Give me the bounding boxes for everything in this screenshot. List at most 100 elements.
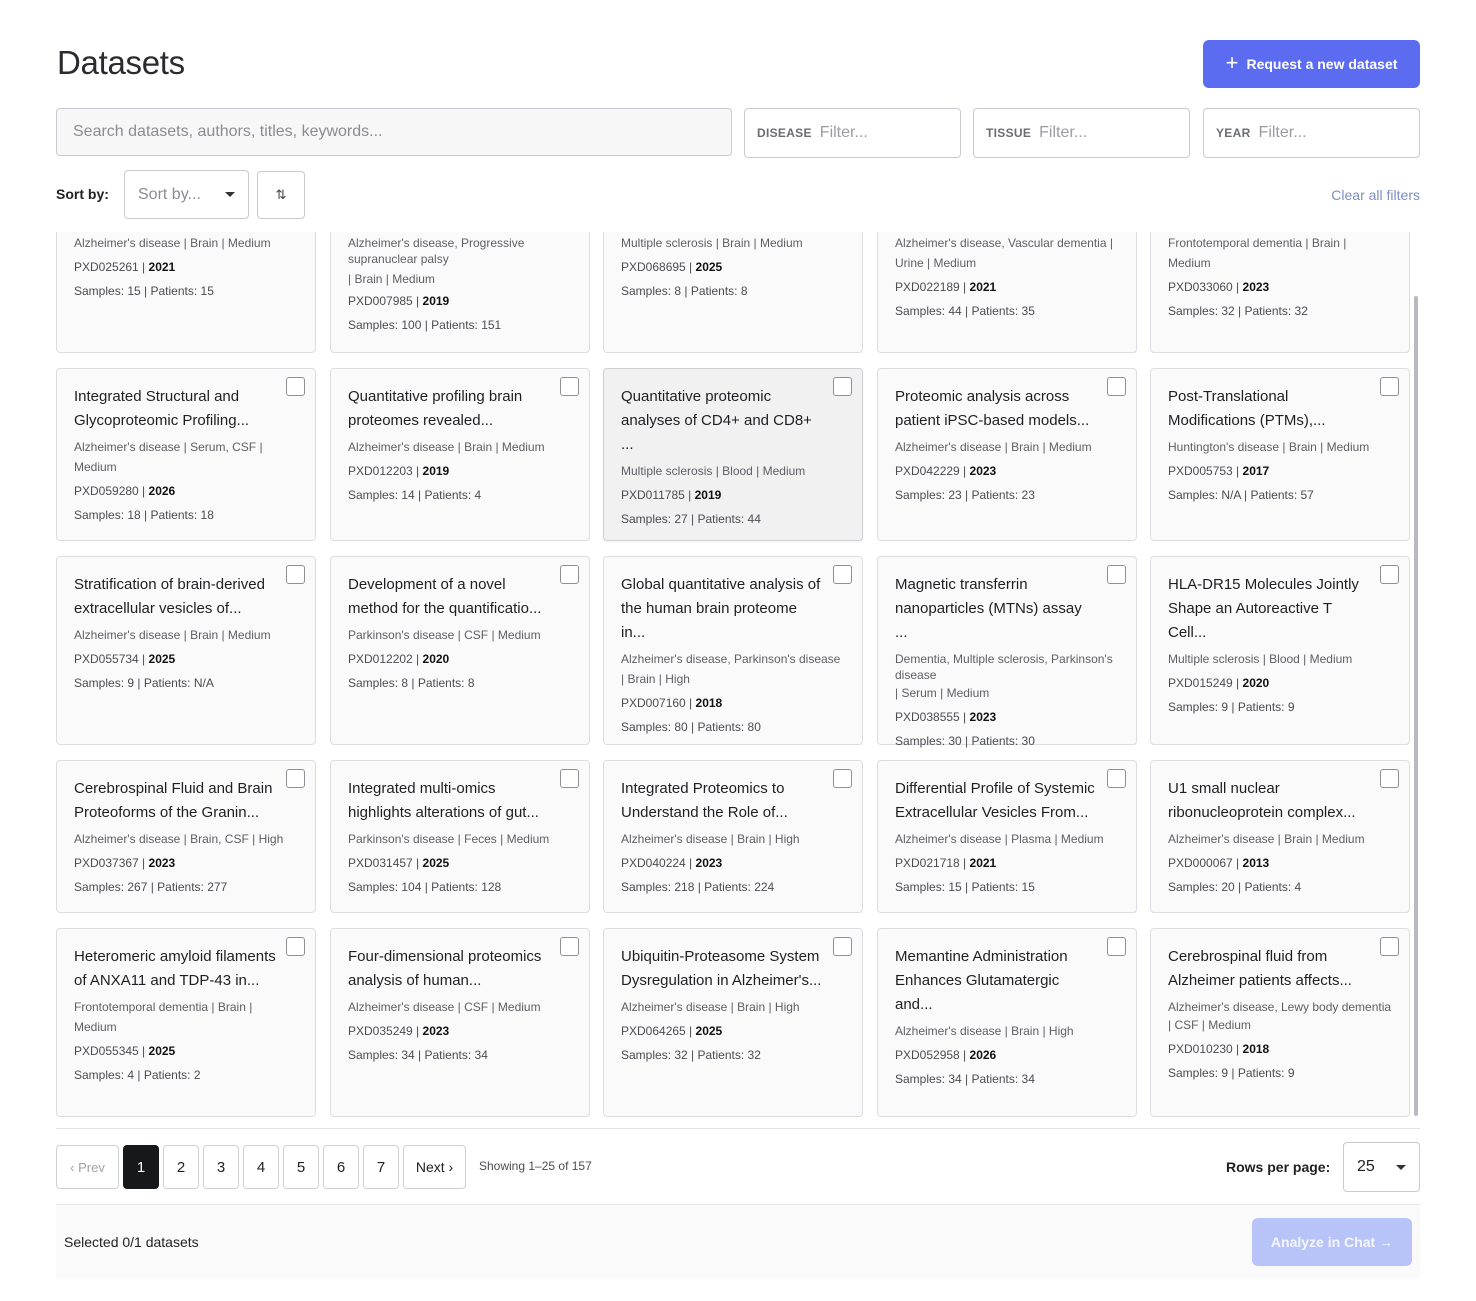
year-filter-input[interactable] [1258, 124, 1389, 142]
analyze-in-chat-button[interactable]: Analyze in Chat → [1252, 1218, 1412, 1266]
card-checkbox[interactable] [560, 937, 579, 956]
page-button-2[interactable]: 2 [163, 1145, 199, 1189]
dataset-card[interactable]: Integrated Structural and Glycoproteomic… [56, 368, 316, 541]
card-accession: PXD007160 | 2018 [621, 696, 723, 710]
card-checkbox[interactable] [286, 565, 305, 584]
dataset-card[interactable]: Alzheimer's disease, Vascular dementia |… [877, 232, 1137, 353]
request-dataset-label: Request a new dataset [1246, 56, 1398, 72]
dataset-card[interactable]: Quantitative proteomic analyses of CD4+ … [603, 368, 863, 541]
card-accession: PXD033060 | 2023 [1168, 280, 1270, 294]
card-checkbox[interactable] [833, 377, 852, 396]
card-accession: PXD052958 | 2026 [895, 1048, 997, 1062]
page-button-4[interactable]: 4 [243, 1145, 279, 1189]
card-counts: Samples: N/A | Patients: 57 [1168, 488, 1314, 502]
card-checkbox[interactable] [1107, 937, 1126, 956]
card-checkbox[interactable] [560, 565, 579, 584]
dataset-card[interactable]: Development of a novel method for the qu… [330, 556, 590, 745]
search-input[interactable] [56, 108, 732, 156]
card-checkbox[interactable] [833, 769, 852, 788]
rows-per-page-value: 25 [1357, 1158, 1375, 1175]
card-checkbox[interactable] [286, 937, 305, 956]
dataset-card[interactable]: Integrated Proteomics to Understand the … [603, 760, 863, 913]
page-button-7[interactable]: 7 [363, 1145, 399, 1189]
dataset-card[interactable]: Memantine Administration Enhances Glutam… [877, 928, 1137, 1117]
card-checkbox[interactable] [286, 769, 305, 788]
card-meta: Dementia, Multiple sclerosis, Parkinson'… [895, 652, 1113, 682]
card-counts: Samples: 32 | Patients: 32 [1168, 304, 1308, 318]
disease-filter-label: DISEASE [757, 126, 812, 140]
dataset-grid: Alzheimer's disease | Brain | Medium PXD… [56, 232, 1420, 1120]
prev-page-button[interactable]: ‹ Prev [56, 1145, 119, 1189]
year-filter[interactable]: YEAR [1203, 108, 1420, 158]
dataset-card[interactable]: Stratification of brain-derived extracel… [56, 556, 316, 745]
dataset-card[interactable]: Ubiquitin-Proteasome System Dysregulatio… [603, 928, 863, 1117]
card-checkbox[interactable] [1380, 769, 1399, 788]
card-checkbox[interactable] [1107, 377, 1126, 396]
page-button-3[interactable]: 3 [203, 1145, 239, 1189]
dataset-card[interactable]: Cerebrospinal Fluid and Brain Proteoform… [56, 760, 316, 913]
card-accession: PXD055345 | 2025 [74, 1044, 176, 1058]
sort-select[interactable]: Sort by... [124, 170, 249, 219]
card-checkbox[interactable] [1107, 769, 1126, 788]
card-counts: Samples: 15 | Patients: 15 [74, 284, 214, 298]
card-checkbox[interactable] [560, 769, 579, 788]
dataset-card[interactable]: Alzheimer's disease | Brain | Medium PXD… [56, 232, 316, 353]
dataset-card[interactable]: HLA-DR15 Molecules Jointly Shape an Auto… [1150, 556, 1410, 745]
card-accession: PXD055734 | 2025 [74, 652, 176, 666]
dataset-card[interactable]: Post-Translational Modifications (PTMs),… [1150, 368, 1410, 541]
dataset-card[interactable]: Integrated multi-omics highlights altera… [330, 760, 590, 913]
card-accession: PXD005753 | 2017 [1168, 464, 1270, 478]
sort-label: Sort by: [56, 186, 109, 202]
dataset-card[interactable]: Multiple sclerosis | Brain | Medium PXD0… [603, 232, 863, 353]
card-counts: Samples: 20 | Patients: 4 [1168, 880, 1302, 894]
disease-filter-input[interactable] [819, 124, 950, 142]
card-checkbox[interactable] [833, 565, 852, 584]
rows-per-page-select[interactable]: 25 [1343, 1142, 1420, 1192]
sort-select-value: Sort by... [138, 185, 201, 203]
dataset-card[interactable]: Four-dimensional proteomics analysis of … [330, 928, 590, 1117]
card-meta: Alzheimer's disease, Progressive supranu… [348, 236, 525, 266]
card-title: Integrated Structural and Glycoproteomic… [74, 388, 250, 429]
dataset-card[interactable]: Global quantitative analysis of the huma… [603, 556, 863, 745]
dataset-card[interactable]: Magnetic transferrin nanoparticles (MTNs… [877, 556, 1137, 748]
selected-count: Selected 0/1 datasets [64, 1234, 199, 1250]
card-accession: PXD031457 | 2025 [348, 856, 450, 870]
caret-down-icon [225, 192, 235, 197]
card-accession: PXD042229 | 2023 [895, 464, 997, 478]
card-checkbox[interactable] [286, 377, 305, 396]
clear-filters-link[interactable]: Clear all filters [1331, 187, 1420, 203]
card-accession: PXD025261 | 2021 [74, 260, 176, 274]
next-page-button[interactable]: Next › [403, 1145, 466, 1189]
dataset-card[interactable]: Differential Profile of Systemic Extrace… [877, 760, 1137, 913]
card-title: Global quantitative analysis of the huma… [621, 576, 821, 641]
dataset-card[interactable]: Cerebrospinal fluid from Alzheimer patie… [1150, 928, 1410, 1117]
card-meta: Alzheimer's disease | Plasma | Medium [895, 832, 1104, 846]
card-meta: Alzheimer's disease | CSF | Medium [348, 1000, 541, 1014]
card-checkbox[interactable] [1107, 565, 1126, 584]
dataset-card[interactable]: Proteomic analysis across patient iPSC-b… [877, 368, 1137, 541]
showing-count: Showing 1–25 of 157 [479, 1159, 592, 1173]
card-counts: Samples: 8 | Patients: 8 [348, 676, 475, 690]
dataset-card[interactable]: U1 small nuclear ribonucleoprotein compl… [1150, 760, 1410, 913]
card-checkbox[interactable] [1380, 937, 1399, 956]
card-meta: Alzheimer's disease, Vascular dementia |… [895, 236, 1113, 270]
disease-filter[interactable]: DISEASE [744, 108, 961, 158]
sort-direction-button[interactable]: ⇅ [257, 171, 305, 219]
request-dataset-button[interactable]: + Request a new dataset [1203, 40, 1420, 88]
dataset-card[interactable]: Quantitative profiling brain proteomes r… [330, 368, 590, 541]
dataset-card[interactable]: Alzheimer's disease, Progressive supranu… [330, 232, 590, 353]
grid-scrollbar[interactable] [1414, 296, 1418, 1116]
dataset-card[interactable]: Frontotemporal dementia | Brain | Medium… [1150, 232, 1410, 353]
page-button-1[interactable]: 1 [123, 1145, 159, 1189]
tissue-filter-input[interactable] [1039, 124, 1170, 142]
card-meta: Alzheimer's disease | Serum, CSF | Mediu… [74, 440, 263, 474]
dataset-card[interactable]: Heteromeric amyloid filaments of ANXA11 … [56, 928, 316, 1117]
card-checkbox[interactable] [1380, 377, 1399, 396]
card-checkbox[interactable] [1380, 565, 1399, 584]
card-meta: Parkinson's disease | Feces | Medium [348, 832, 550, 846]
page-button-6[interactable]: 6 [323, 1145, 359, 1189]
card-checkbox[interactable] [560, 377, 579, 396]
tissue-filter[interactable]: TISSUE [973, 108, 1190, 158]
page-button-5[interactable]: 5 [283, 1145, 319, 1189]
card-checkbox[interactable] [833, 937, 852, 956]
